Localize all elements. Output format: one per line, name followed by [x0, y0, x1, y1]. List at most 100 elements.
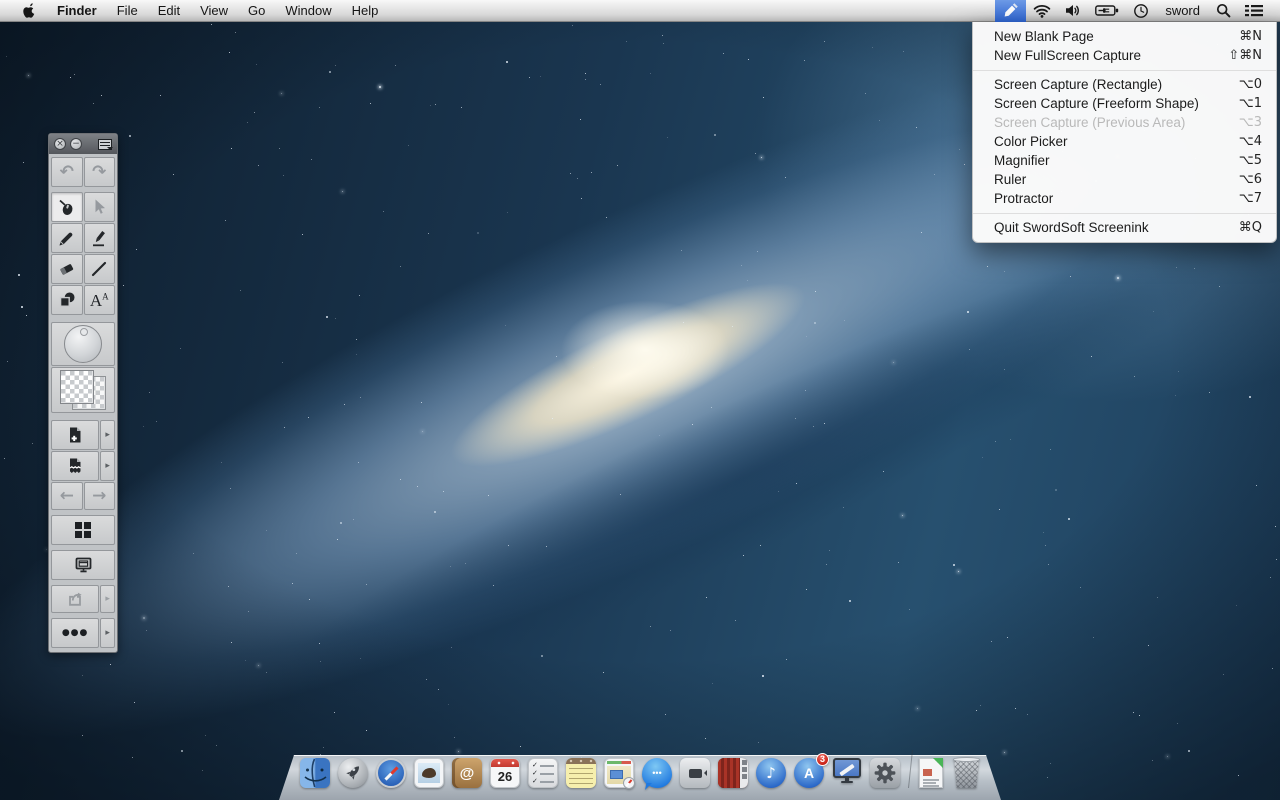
palette-menu-button[interactable] — [98, 139, 112, 150]
capture-page-button[interactable] — [51, 451, 99, 481]
spotlight-icon — [1216, 3, 1231, 18]
active-app-menu[interactable]: Finder — [47, 3, 107, 18]
volume-menu-extra[interactable] — [1058, 0, 1088, 22]
caret-right-icon: ▸ — [105, 430, 110, 440]
dock-icon-launchpad[interactable] — [338, 758, 368, 788]
marker-tool-button[interactable] — [84, 223, 116, 253]
menu-item-label: New Blank Page — [994, 27, 1094, 46]
monitor-button[interactable] — [51, 550, 115, 580]
menu-item-shortcut: ⌥1 — [1239, 94, 1262, 113]
menu-item-label: Screen Capture (Rectangle) — [994, 75, 1162, 94]
more-tools-options-button[interactable]: ▸ — [100, 618, 115, 648]
dock-icon-swordsoft-screenink[interactable] — [832, 758, 862, 788]
spotlight-menu-extra[interactable] — [1209, 0, 1238, 22]
menu-item-label: Screen Capture (Previous Area) — [994, 113, 1185, 132]
video-camera-icon — [689, 769, 702, 778]
menu-item-shortcut: ⌥6 — [1239, 170, 1262, 189]
transparency-swatch-button[interactable] — [51, 367, 115, 413]
dock-icon-mail[interactable] — [414, 758, 444, 788]
menu-item-ruler[interactable]: Ruler ⌥6 — [973, 170, 1276, 189]
menu-item-quit-screenink[interactable]: Quit SwordSoft Screenink ⌘Q — [973, 218, 1276, 237]
music-note-glyph: ♪ — [766, 764, 776, 782]
user-menu-extra[interactable]: sword — [1156, 3, 1209, 18]
monitor-icon — [74, 556, 93, 574]
marker-icon — [90, 229, 109, 248]
document-line — [923, 782, 936, 784]
menu-item-new-fullscreen-capture[interactable]: New FullScreen Capture ⇧⌘N — [973, 46, 1276, 65]
menu-item-shortcut: ⇧⌘N — [1228, 46, 1262, 65]
menu-file[interactable]: File — [107, 3, 148, 18]
apple-menu[interactable] — [12, 0, 47, 22]
dock-icon-messages[interactable]: ••• — [642, 758, 672, 788]
menu-window[interactable]: Window — [275, 3, 341, 18]
dock-icon-reminders[interactable]: ✓ ✓ ✓ — [528, 758, 558, 788]
menu-item-label: New FullScreen Capture — [994, 46, 1141, 65]
menu-item-new-blank-page[interactable]: New Blank Page ⌘N — [973, 27, 1276, 46]
messages-dots-glyph: ••• — [652, 768, 661, 778]
transparency-checker-icon — [60, 370, 106, 410]
share-options-button: ▸ — [100, 585, 115, 613]
capture-page-options-button[interactable]: ▸ — [100, 451, 115, 481]
dock-icon-app-store[interactable]: A 3 — [794, 758, 824, 788]
shapes-tool-button[interactable] — [51, 285, 83, 315]
wifi-menu-extra[interactable] — [1026, 0, 1058, 22]
eraser-tool-button[interactable] — [51, 254, 83, 284]
menu-item-shortcut: ⌥0 — [1239, 75, 1262, 94]
menu-edit[interactable]: Edit — [148, 3, 190, 18]
palette-minimize-button[interactable]: − — [70, 138, 82, 150]
menu-item-screen-capture-rectangle[interactable]: Screen Capture (Rectangle) ⌥0 — [973, 75, 1276, 94]
desktop: Finder File Edit View Go Window Help — [0, 0, 1280, 800]
menu-item-protractor[interactable]: Protractor ⌥7 — [973, 189, 1276, 208]
menu-go[interactable]: Go — [238, 3, 275, 18]
battery-menu-extra[interactable] — [1088, 0, 1126, 22]
app-store-a-glyph: A — [804, 765, 814, 781]
mouse-pen-icon — [57, 198, 76, 217]
new-page-options-button[interactable]: ▸ — [100, 420, 115, 450]
menu-item-label: Magnifier — [994, 151, 1050, 170]
finder-face-icon — [300, 758, 330, 788]
menu-item-magnifier[interactable]: Magnifier ⌥5 — [973, 151, 1276, 170]
dock-icon-document[interactable] — [919, 758, 943, 788]
pages-grid-button[interactable] — [51, 515, 115, 545]
notification-list-icon — [1245, 4, 1263, 17]
dock-icon-facetime[interactable] — [680, 758, 710, 788]
menu-view[interactable]: View — [190, 3, 238, 18]
dock-icon-webpage-compass[interactable] — [604, 758, 634, 788]
dock-icon-system-preferences[interactable] — [870, 758, 900, 788]
apple-logo-icon — [22, 2, 37, 19]
back-page-button: ← — [51, 482, 83, 510]
menu-help[interactable]: Help — [342, 3, 389, 18]
webpage-toolbar — [607, 761, 631, 764]
forward-page-button: → — [84, 482, 116, 510]
clock-menu-extra[interactable] — [1126, 0, 1156, 22]
new-page-button[interactable] — [51, 420, 99, 450]
pencil-tool-button[interactable] — [51, 223, 83, 253]
dock-icon-itunes[interactable]: ♪ — [756, 758, 786, 788]
dock-icon-photo-booth[interactable] — [718, 758, 748, 788]
menu-item-label: Screen Capture (Freeform Shape) — [994, 94, 1199, 113]
notification-center-menu-extra[interactable] — [1238, 0, 1270, 22]
more-tools-button[interactable]: ●●● — [51, 618, 99, 648]
line-tool-button[interactable] — [84, 254, 116, 284]
dock-icon-contacts[interactable]: @ — [452, 758, 482, 788]
menu-item-color-picker[interactable]: Color Picker ⌥4 — [973, 132, 1276, 151]
notes-lines — [569, 768, 593, 786]
palette-body: ↶ ↷ — [49, 154, 117, 652]
screenink-tool-palette: × − ↶ ↷ — [48, 133, 118, 653]
screenink-menu-extra[interactable] — [995, 0, 1026, 22]
dock-icon-calendar[interactable]: 26 — [490, 758, 520, 788]
dock-icon-safari[interactable] — [376, 758, 406, 788]
mouse-pen-tool-button[interactable] — [51, 192, 83, 222]
menu-item-shortcut: ⌥7 — [1239, 189, 1262, 208]
menu-bar-right: sword — [995, 0, 1280, 22]
dock-icon-finder[interactable] — [300, 758, 330, 788]
text-tool-button[interactable]: AA — [84, 285, 116, 315]
palette-title-bar[interactable]: × − — [49, 134, 117, 154]
caret-right-icon: ▸ — [105, 594, 110, 604]
color-ball-button[interactable] — [51, 322, 115, 366]
palette-close-button[interactable]: × — [54, 138, 66, 150]
menu-item-screen-capture-freeform[interactable]: Screen Capture (Freeform Shape) ⌥1 — [973, 94, 1276, 113]
dock-icon-notes[interactable] — [566, 758, 596, 788]
dock-icon-trash[interactable] — [953, 757, 980, 788]
trash-rim — [953, 757, 980, 762]
